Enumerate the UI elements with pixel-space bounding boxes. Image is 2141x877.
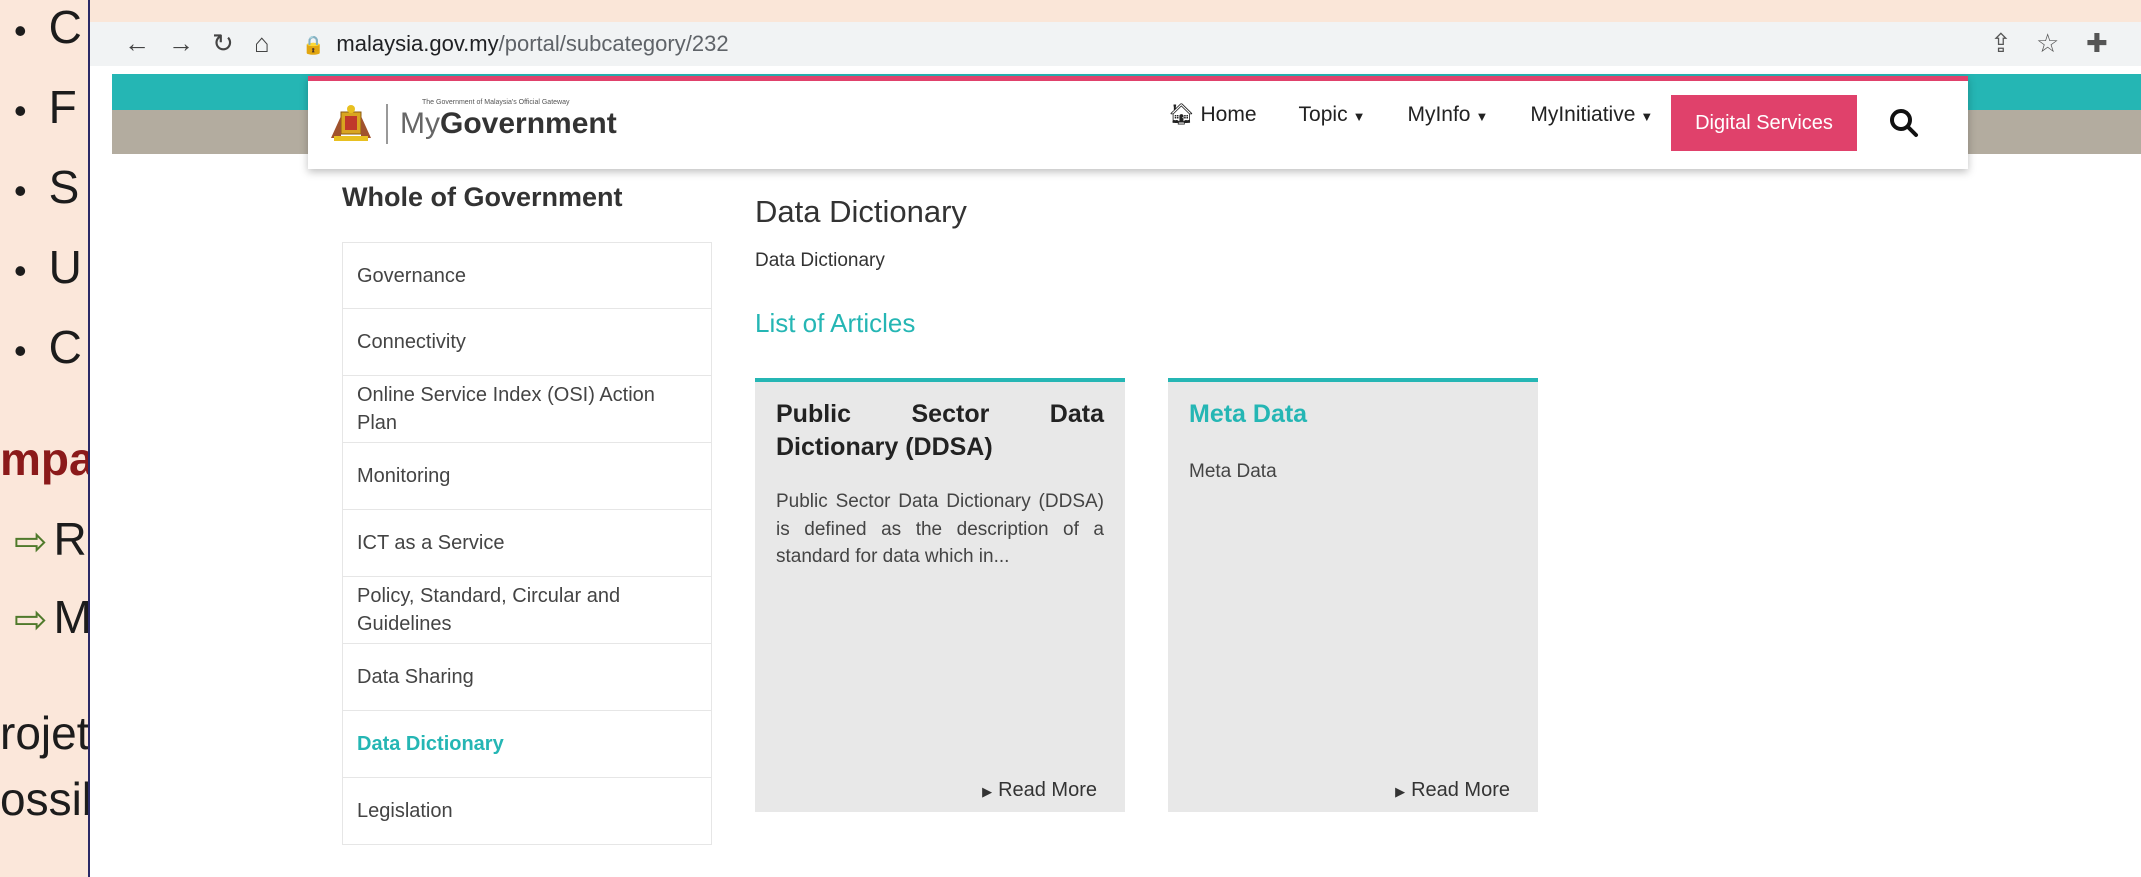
search-icon[interactable] <box>1888 107 1920 139</box>
article-title[interactable]: Meta Data <box>1189 398 1517 431</box>
coat-of-arms-icon <box>331 105 371 141</box>
article-title[interactable]: Public Sector Data Dictionary (DDSA) <box>776 398 1104 463</box>
slide-bullet: • C <box>14 1 82 53</box>
url-domain: malaysia.gov.my <box>336 31 499 56</box>
site-logo[interactable]: The Government of Malaysia's Official Ga… <box>328 99 617 147</box>
list-of-articles-heading: List of Articles <box>755 308 916 338</box>
logo-tagline: The Government of Malaysia's Official Ga… <box>422 99 570 106</box>
forward-icon[interactable]: → <box>168 28 194 59</box>
sidebar-item-data-dictionary[interactable]: Data Dictionary <box>342 711 712 778</box>
sidebar-item-monitoring[interactable]: Monitoring <box>342 443 712 510</box>
page-subtitle: Data Dictionary <box>755 250 885 271</box>
article-card[interactable]: Meta Data Meta Data ▶ Read More <box>1168 378 1538 812</box>
slide-text-line: rojet <box>0 707 90 759</box>
caret-down-icon: ▼ <box>1640 109 1654 124</box>
home-icon[interactable]: ⌂ <box>254 28 270 59</box>
page-title: Data Dictionary <box>755 194 967 229</box>
logo-government: Government <box>440 107 617 140</box>
extension-icon[interactable]: ✚ <box>2086 28 2108 59</box>
main-menu: 🏠︎ Home Topic ▼ MyInfo ▼ MyInitiative ▼ <box>1168 103 1695 127</box>
sidebar-item-governance[interactable]: Governance <box>342 242 712 309</box>
slide-bullet: • S <box>14 161 80 213</box>
sidebar-item-policy-standard[interactable]: Policy, Standard, Circular and Guideline… <box>342 577 712 644</box>
menu-topic[interactable]: Topic ▼ <box>1299 103 1366 127</box>
sidebar-item-ict-as-a-service[interactable]: ICT as a Service <box>342 510 712 577</box>
site-header: The Government of Malaysia's Official Ga… <box>308 76 1968 169</box>
arrow-icon: ⇨ <box>14 520 48 564</box>
caret-right-icon: ▶ <box>982 784 993 799</box>
share-icon[interactable]: ⇪ <box>1990 28 2012 59</box>
logo-my: My <box>400 107 440 140</box>
sidebar-title: Whole of Government <box>342 182 623 212</box>
article-description: Meta Data <box>1189 461 1277 482</box>
sidebar-item-data-sharing[interactable]: Data Sharing <box>342 644 712 711</box>
arrow-icon: ⇨ <box>14 598 48 642</box>
slide-heading: mpa <box>0 433 95 485</box>
browser-window: ← → ↻ ⌂ 🔒 malaysia.gov.my/portal/subcateg… <box>88 0 2141 877</box>
url-path: /portal/subcategory/232 <box>498 31 729 56</box>
slide-arrow-item: ⇨ R <box>14 513 87 565</box>
article-card[interactable]: Public Sector Data Dictionary (DDSA) Pub… <box>755 378 1125 812</box>
star-icon[interactable]: ☆ <box>2036 28 2059 59</box>
article-description: Public Sector Data Dictionary (DDSA) is … <box>776 491 1104 568</box>
home-icon: 🏠︎ <box>1168 103 1195 126</box>
slide-bullet: • C <box>14 321 82 373</box>
slide-arrow-item: ⇨ M <box>14 591 92 643</box>
caret-down-icon: ▼ <box>1352 109 1366 124</box>
logo-divider <box>386 104 388 144</box>
caret-right-icon: ▶ <box>1395 784 1406 799</box>
read-more-link[interactable]: ▶ Read More <box>1395 779 1510 802</box>
slide-bullet: • F <box>14 81 77 133</box>
browser-toolbar: ← → ↻ ⌂ 🔒 malaysia.gov.my/portal/subcateg… <box>90 0 2141 66</box>
menu-myinfo[interactable]: MyInfo ▼ <box>1407 103 1488 127</box>
sidebar-item-legislation[interactable]: Legislation <box>342 778 712 845</box>
menu-myinitiative[interactable]: MyInitiative ▼ <box>1530 103 1653 127</box>
sidebar-item-osi-action-plan[interactable]: Online Service Index (OSI) Action Plan <box>342 376 712 443</box>
address-bar[interactable]: 🔒 malaysia.gov.my/portal/subcategory/232 <box>302 26 2052 62</box>
reload-icon[interactable]: ↻ <box>212 28 234 59</box>
menu-home[interactable]: 🏠︎ Home <box>1168 103 1257 127</box>
slide-bullet: • U <box>14 241 82 293</box>
sidebar-menu: Governance Connectivity Online Service I… <box>342 242 712 845</box>
sidebar-item-connectivity[interactable]: Connectivity <box>342 309 712 376</box>
digital-services-button[interactable]: Digital Services <box>1671 95 1857 151</box>
caret-down-icon: ▼ <box>1475 109 1489 124</box>
lock-icon: 🔒 <box>302 35 325 55</box>
back-icon[interactable]: ← <box>124 28 150 59</box>
read-more-link[interactable]: ▶ Read More <box>982 779 1097 802</box>
web-page: The Government of Malaysia's Official Ga… <box>112 66 2141 877</box>
